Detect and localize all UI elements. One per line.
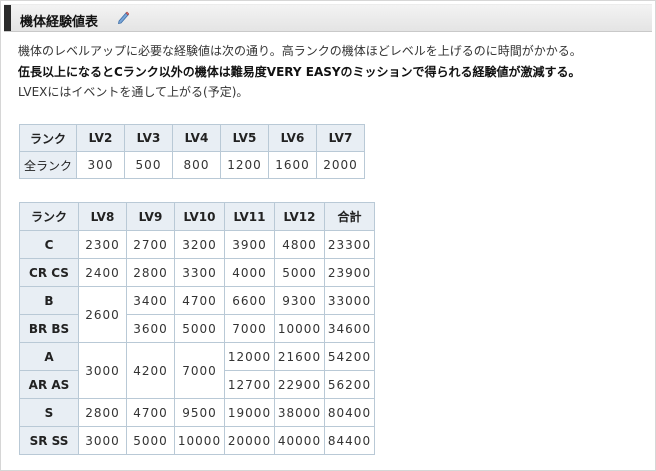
- table-cell: 84400: [324, 426, 375, 455]
- table-cell: 56200: [324, 370, 375, 399]
- column-header: LV6: [268, 124, 317, 152]
- table-cell: 33000: [324, 286, 375, 315]
- section-header: 機体経験値表: [4, 4, 652, 32]
- table-cell: 12000: [224, 342, 275, 371]
- row-label: CR CS: [19, 258, 79, 287]
- table-cell: 4800: [274, 230, 325, 259]
- column-header: ランク: [19, 202, 79, 231]
- table-cell: 3000: [78, 426, 127, 455]
- row-label: 全ランク: [19, 151, 77, 179]
- pencil-icon[interactable]: [117, 9, 130, 25]
- table-cell: 5000: [174, 314, 225, 343]
- row-label: S: [19, 398, 79, 427]
- column-header: LV4: [172, 124, 221, 152]
- table-cell: 23900: [324, 258, 375, 287]
- table-cell: 2600: [78, 286, 127, 343]
- table-cell: 4700: [174, 286, 225, 315]
- table-row: SR SS 3000 5000 10000 20000 40000 84400: [19, 426, 375, 455]
- table-cell: 3400: [126, 286, 175, 315]
- exp-table-lv8-lv12: ランク LV8 LV9 LV10 LV11 LV12 合計 C 2300 270…: [19, 202, 375, 455]
- table-cell: 3900: [224, 230, 275, 259]
- table-cell: 22900: [274, 370, 325, 399]
- table-cell: 4700: [126, 398, 175, 427]
- header-accent-bar: [4, 5, 11, 31]
- table-cell: 2000: [316, 151, 365, 179]
- intro-line-1: 機体のレベルアップに必要な経験値は次の通り。高ランクの機体ほどレベルを上げるのに…: [18, 44, 582, 58]
- table-cell: 80400: [324, 398, 375, 427]
- column-header: LV3: [124, 124, 173, 152]
- column-header: LV5: [220, 124, 269, 152]
- table-cell: 40000: [274, 426, 325, 455]
- table-cell: 34600: [324, 314, 375, 343]
- row-label: SR SS: [19, 426, 79, 455]
- table-cell: 21600: [274, 342, 325, 371]
- table-cell: 3300: [174, 258, 225, 287]
- table-row: BR BS 3600 5000 7000 10000 34600: [19, 314, 375, 343]
- column-header: LV10: [174, 202, 225, 231]
- table-cell: 10000: [174, 426, 225, 455]
- table-cell: 7000: [174, 342, 225, 399]
- table-cell: 10000: [274, 314, 325, 343]
- table-cell: 1200: [220, 151, 269, 179]
- table-cell: 5000: [274, 258, 325, 287]
- intro-line-3: LVEXにはイベントを通して上がる(予定)。: [18, 85, 249, 99]
- table-cell: 2300: [78, 230, 127, 259]
- table-row: S 2800 4700 9500 19000 38000 80400: [19, 398, 375, 427]
- table-cell: 9300: [274, 286, 325, 315]
- column-header: ランク: [19, 124, 77, 152]
- table-cell: 800: [172, 151, 221, 179]
- column-header: LV9: [126, 202, 175, 231]
- table-header-row: ランク LV8 LV9 LV10 LV11 LV12 合計: [19, 202, 375, 231]
- table-cell: 500: [124, 151, 173, 179]
- table-cell: 54200: [324, 342, 375, 371]
- table-row: CR CS 2400 2800 3300 4000 5000 23900: [19, 258, 375, 287]
- table-cell: 12700: [224, 370, 275, 399]
- table-cell: 1600: [268, 151, 317, 179]
- column-header: LV12: [274, 202, 325, 231]
- table-cell: 7000: [224, 314, 275, 343]
- row-label: AR AS: [19, 370, 79, 399]
- table-cell: 2400: [78, 258, 127, 287]
- table-cell: 6600: [224, 286, 275, 315]
- table-cell: 38000: [274, 398, 325, 427]
- column-header: 合計: [324, 202, 375, 231]
- intro-line-2: 伍長以上になるとCランク以外の機体は難易度VERY EASYのミッションで得られ…: [18, 65, 581, 79]
- table-cell: 3000: [78, 342, 127, 399]
- table-cell: 4000: [224, 258, 275, 287]
- row-label: BR BS: [19, 314, 79, 343]
- table-cell: 2800: [126, 258, 175, 287]
- table-cell: 5000: [126, 426, 175, 455]
- column-header: LV8: [78, 202, 127, 231]
- exp-table-lv2-lv7: ランク LV2 LV3 LV4 LV5 LV6 LV7 全ランク 300 500…: [19, 124, 365, 179]
- table-cell: 300: [76, 151, 125, 179]
- table-cell: 3200: [174, 230, 225, 259]
- table-header-row: ランク LV2 LV3 LV4 LV5 LV6 LV7: [19, 124, 365, 152]
- table-cell: 2700: [126, 230, 175, 259]
- column-header: LV2: [76, 124, 125, 152]
- table-row: A 3000 4200 7000 12000 21600 54200: [19, 342, 375, 399]
- table-cell: 20000: [224, 426, 275, 455]
- table-row: B 2600 3400 4700 6600 9300 33000: [19, 286, 375, 343]
- table-cell: 19000: [224, 398, 275, 427]
- column-header: LV7: [316, 124, 365, 152]
- table-cell: 4200: [126, 342, 175, 399]
- table-row: 全ランク 300 500 800 1200 1600 2000: [19, 151, 365, 179]
- row-label: B: [19, 286, 79, 315]
- table-cell: 3600: [126, 314, 175, 343]
- column-header: LV11: [224, 202, 275, 231]
- table-cell: 23300: [324, 230, 375, 259]
- section-title: 機体経験値表: [20, 15, 99, 30]
- table-cell: 9500: [174, 398, 225, 427]
- row-label: A: [19, 342, 79, 371]
- row-label: C: [19, 230, 79, 259]
- table-cell: 2800: [78, 398, 127, 427]
- table-row: C 2300 2700 3200 3900 4800 23300: [19, 230, 375, 259]
